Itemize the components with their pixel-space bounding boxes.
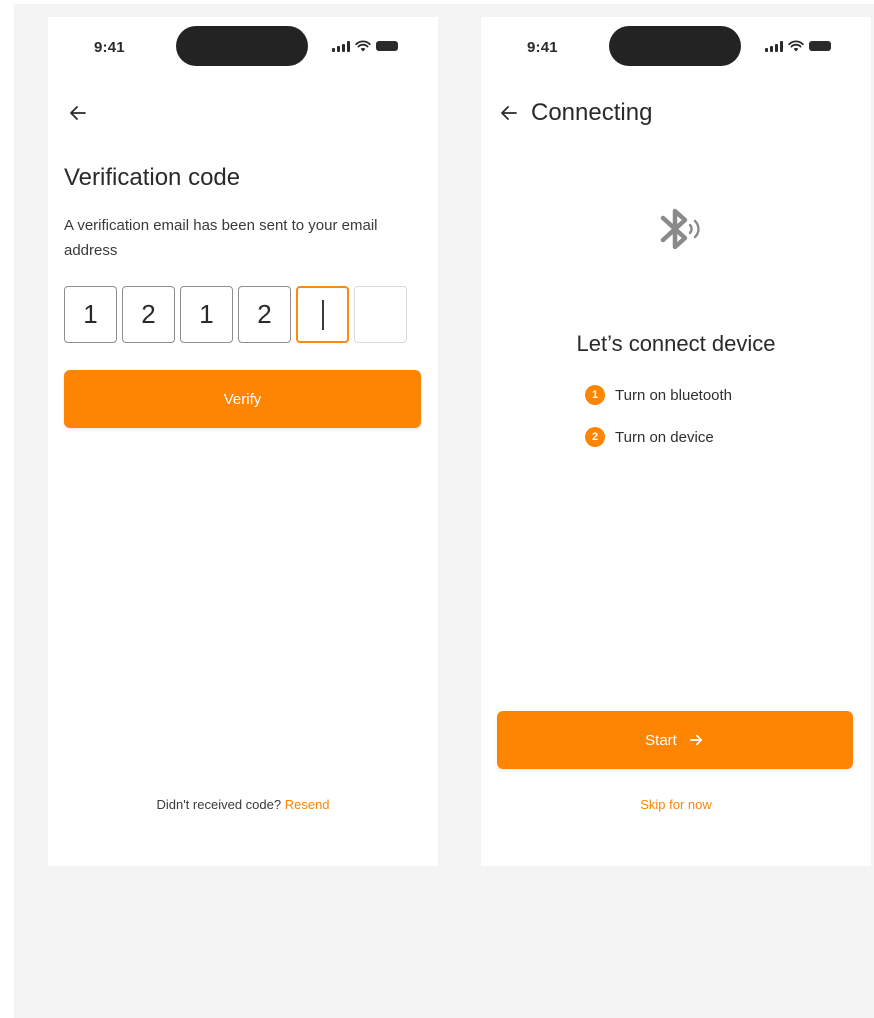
start-button-label: Start <box>645 731 677 749</box>
status-time: 9:41 <box>94 39 125 56</box>
step-number-badge: 1 <box>585 385 605 405</box>
wifi-icon <box>788 40 804 52</box>
wifi-icon <box>355 40 371 52</box>
signal-icon <box>765 40 783 52</box>
dynamic-island <box>176 26 308 66</box>
code-digit-box-active[interactable] <box>296 286 349 343</box>
code-digit-box[interactable]: 1 <box>180 286 233 343</box>
verification-code-input[interactable]: 1 2 1 2 <box>64 286 407 343</box>
status-time: 9:41 <box>527 39 558 56</box>
verification-screen: 9:41 Verification code A verification em… <box>48 17 438 866</box>
step-label: Turn on bluetooth <box>615 386 733 404</box>
code-digit-box[interactable]: 1 <box>64 286 117 343</box>
text-caret <box>321 299 324 330</box>
code-digit-box[interactable]: 2 <box>122 286 175 343</box>
status-icons <box>765 39 831 53</box>
battery-icon <box>809 41 831 51</box>
verify-button[interactable]: Verify <box>64 370 421 428</box>
page-description: A verification email has been sent to yo… <box>64 217 378 259</box>
header: Connecting <box>497 99 652 127</box>
arrow-left-icon[interactable] <box>66 101 90 125</box>
bluetooth-icon <box>660 208 700 250</box>
signal-icon <box>332 40 350 52</box>
page-title: Verification code <box>64 164 241 191</box>
page-title: Connecting <box>531 99 653 126</box>
steps-list: 1 Turn on bluetooth 2 Turn on device <box>585 384 732 468</box>
dynamic-island <box>609 26 741 66</box>
step-item: 2 Turn on device <box>585 426 732 448</box>
arrow-left-icon[interactable] <box>497 101 521 125</box>
step-number-badge: 2 <box>585 427 605 447</box>
verify-button-label: Verify <box>223 390 262 408</box>
connecting-screen: 9:41 Connecting Let’s connect device 1 T… <box>481 17 871 866</box>
status-icons <box>332 39 398 53</box>
code-digit-box[interactable] <box>354 286 407 343</box>
code-digit-box[interactable]: 2 <box>238 286 291 343</box>
resend-prompt: Didn't received code? <box>156 797 282 812</box>
status-bar: 9:41 <box>48 17 438 77</box>
resend-row: Didn't received code? Resend <box>48 797 438 812</box>
skip-link[interactable]: Skip for now <box>481 797 871 812</box>
status-bar: 9:41 <box>481 17 871 77</box>
start-button[interactable]: Start <box>497 711 853 769</box>
battery-icon <box>376 41 398 51</box>
resend-link[interactable]: Resend <box>285 797 330 812</box>
section-heading: Let’s connect device <box>576 331 776 356</box>
arrow-right-icon <box>689 734 702 746</box>
step-label: Turn on device <box>615 428 714 446</box>
step-item: 1 Turn on bluetooth <box>585 384 732 406</box>
